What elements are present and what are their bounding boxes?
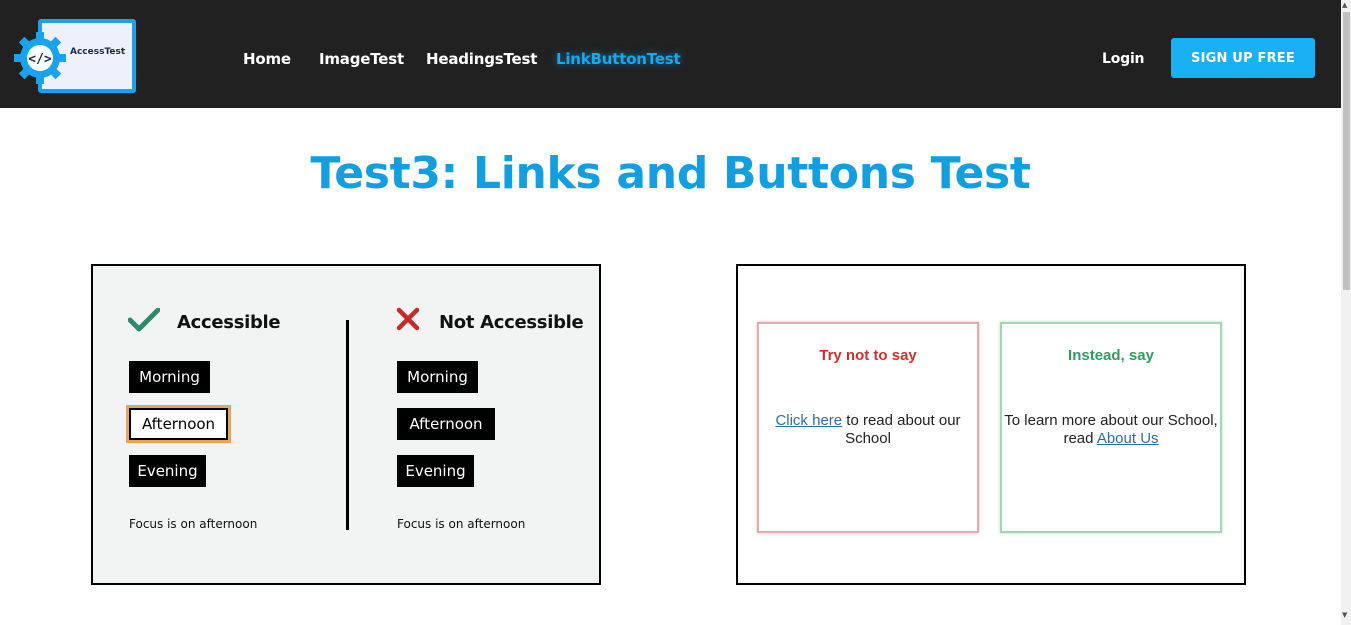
not-accessible-heading: Not Accessible [439, 312, 584, 333]
column-divider [346, 320, 349, 530]
good-example-heading: Instead, say [1068, 347, 1154, 364]
signup-button[interactable]: SIGN UP FREE [1171, 38, 1315, 78]
accessible-focus-illustration: Accessible Morning Afternoon Evening Foc… [91, 264, 601, 585]
bad-example-text: Click here to read about our School [759, 412, 977, 448]
nav-home[interactable]: Home [243, 50, 291, 68]
site-logo[interactable]: </> AccessTest [12, 16, 136, 94]
good-example-text: To learn more about our School, read Abo… [1002, 412, 1220, 448]
cross-icon [396, 307, 420, 331]
link-text-illustration: Try not to say Click here to read about … [736, 264, 1246, 585]
page-title: Test3: Links and Buttons Test [310, 148, 1031, 199]
logo-text: AccessTest [70, 47, 126, 57]
gear-logo-icon: </> [14, 32, 66, 84]
bad-example-heading: Try not to say [819, 347, 917, 364]
page-scrollbar[interactable]: ▲ ▼ [1341, 0, 1351, 625]
nav-linkbuttontest[interactable]: LinkButtonTest [556, 50, 681, 68]
scroll-up-arrow-icon[interactable]: ▲ [1342, 2, 1347, 9]
click-here-link[interactable]: Click here [775, 412, 842, 429]
nav-imagetest[interactable]: ImageTest [319, 50, 404, 68]
top-navbar: </> AccessTest Home ImageTest HeadingsTe… [0, 0, 1341, 108]
login-link[interactable]: Login [1102, 51, 1145, 67]
accessible-evening-button: Evening [129, 455, 206, 487]
accessible-focus-note: Focus is on afternoon [129, 517, 258, 531]
accessible-afternoon-button: Afternoon [126, 405, 231, 443]
not-accessible-focus-note: Focus is on afternoon [397, 517, 526, 531]
scroll-down-arrow-icon[interactable]: ▼ [1342, 612, 1347, 619]
check-icon [128, 308, 160, 332]
about-us-link[interactable]: About Us [1097, 430, 1159, 447]
scroll-thumb[interactable] [1343, 12, 1350, 290]
bad-example-card: Try not to say Click here to read about … [757, 322, 979, 533]
not-accessible-morning-button: Morning [397, 361, 478, 393]
nav-headingstest[interactable]: HeadingsTest [426, 50, 537, 68]
not-accessible-afternoon-button: Afternoon [397, 408, 495, 440]
accessible-heading: Accessible [177, 312, 281, 333]
good-example-card: Instead, say To learn more about our Sch… [1000, 322, 1222, 533]
not-accessible-evening-button: Evening [397, 455, 474, 487]
bad-example-text-after: to read about our School [842, 412, 961, 447]
svg-text:</>: </> [28, 52, 52, 67]
accessible-morning-button: Morning [129, 361, 210, 393]
